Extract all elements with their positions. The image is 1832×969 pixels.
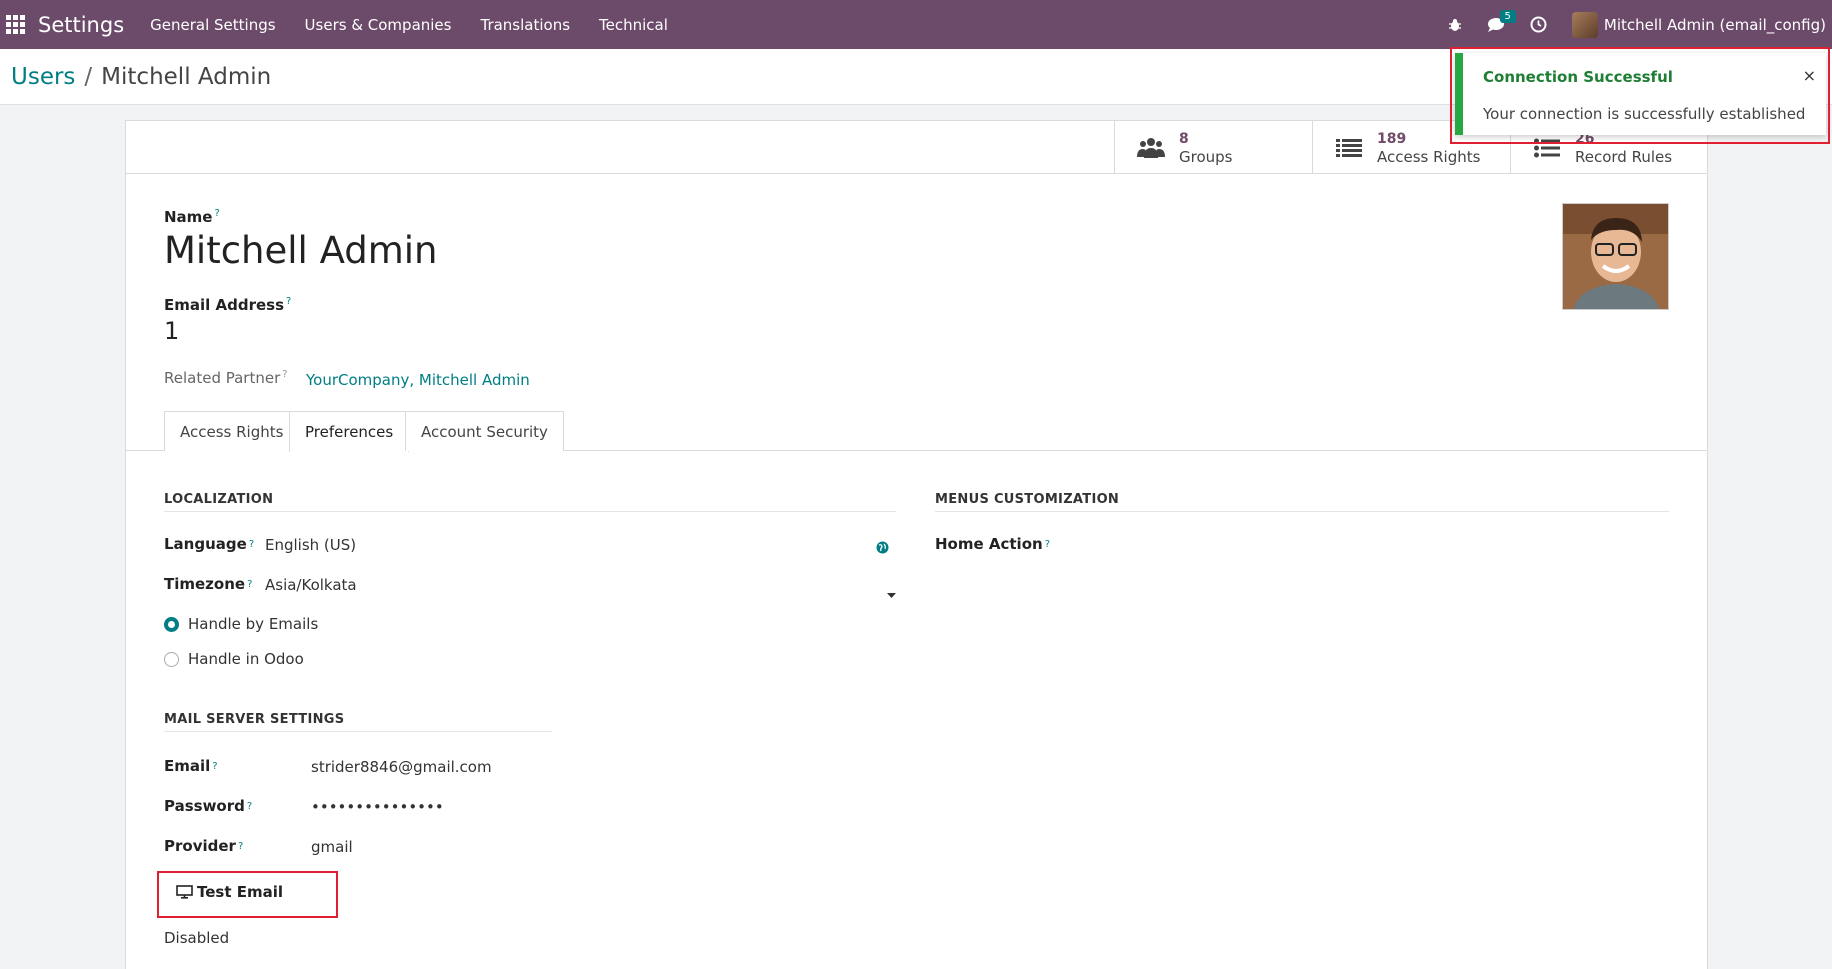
radio-handle-by-emails[interactable]: Handle by Emails [164,615,318,633]
timezone-label: Timezone? [164,575,253,593]
name-field[interactable]: Mitchell Admin [164,229,438,272]
breadcrumb-current: Mitchell Admin [101,63,272,90]
access-rights-label: Access Rights [1377,147,1481,166]
notification-highlight [1450,47,1830,144]
help-icon[interactable]: ? [249,539,254,550]
radio-handle-in-odoo[interactable]: Handle in Odoo [164,650,304,668]
user-menu[interactable]: Mitchell Admin (email_config) [1571,11,1826,38]
help-icon[interactable]: ? [214,208,219,219]
users-icon [1137,136,1165,160]
mail-server-section-title: MAIL SERVER SETTINGS [164,712,552,732]
tab-access-rights[interactable]: Access Rights [164,411,300,451]
menu-translations[interactable]: Translations [480,16,570,34]
navbar-systray: 5 Mitchell Admin (email_config) [1434,0,1832,49]
mail-email-field[interactable]: strider8846@gmail.com [311,758,492,776]
mail-password-label: Password? [164,797,253,815]
mail-password-field[interactable]: ••••••••••••••• [311,798,444,816]
email-address-field[interactable]: 1 [164,317,179,345]
email-address-label: Email Address? [164,295,292,314]
radio-unselected-icon[interactable] [164,651,179,667]
mail-provider-label: Provider? [164,837,244,855]
related-partner-label: Related Partner? [164,369,288,387]
mail-provider-field[interactable]: gmail [311,838,353,856]
help-icon[interactable]: ? [282,369,287,380]
help-icon[interactable]: ? [286,296,291,307]
timezone-select[interactable]: Asia/Kolkata [265,576,357,594]
user-photo[interactable] [1562,203,1669,310]
breadcrumb-users-link[interactable]: Users [11,64,75,90]
top-navbar: Settings General Settings Users & Compan… [0,0,1832,49]
record-rules-label: Record Rules [1575,147,1673,166]
form-tabs: Access Rights Preferences Account Securi… [126,411,1707,452]
messages-chat-icon[interactable]: 5 [1476,0,1518,49]
globe-icon[interactable] [876,539,889,558]
menu-technical[interactable]: Technical [599,16,668,34]
apps-menu-icon[interactable] [0,0,30,49]
radio-selected-icon[interactable] [164,616,179,632]
debug-bug-icon[interactable] [1434,0,1476,49]
breadcrumb-separator: / [84,63,93,90]
language-label: Language? [164,535,255,553]
tab-preferences[interactable]: Preferences [289,411,410,452]
list-icon [1335,136,1363,160]
localization-section-title: LOCALIZATION [164,492,896,512]
groups-count: 8 [1179,130,1189,147]
activity-clock-icon[interactable] [1518,0,1560,49]
messages-badge: 5 [1499,10,1516,23]
help-icon[interactable]: ? [247,579,252,590]
tab-account-security[interactable]: Account Security [405,411,564,451]
home-action-label: Home Action? [935,535,1050,553]
language-select[interactable]: English (US) [265,536,356,554]
status-text: Disabled [164,929,230,947]
groups-label: Groups [1179,147,1233,166]
help-icon[interactable]: ? [1045,539,1050,550]
menu-users-companies[interactable]: Users & Companies [305,16,452,34]
app-brand[interactable]: Settings [38,13,124,37]
groups-stat-button[interactable]: 8 Groups [1114,121,1312,174]
main-menu: General Settings Users & Companies Trans… [150,16,697,34]
name-label: Name? [164,207,220,226]
form-sheet: 8 Groups 189 Access Rights 26 Record Rul… [125,120,1708,969]
caret-down-icon[interactable] [887,583,896,602]
menus-customization-title: MENUS CUSTOMIZATION [935,492,1669,512]
user-name: Mitchell Admin (email_config) [1603,15,1826,34]
help-icon[interactable]: ? [247,801,252,812]
menu-general-settings[interactable]: General Settings [150,16,275,34]
related-partner-link[interactable]: YourCompany, Mitchell Admin [306,371,530,389]
mail-email-label: Email? [164,757,218,775]
help-icon[interactable]: ? [238,841,243,852]
user-avatar [1571,11,1598,38]
test-email-highlight [157,871,338,918]
help-icon[interactable]: ? [212,761,217,772]
